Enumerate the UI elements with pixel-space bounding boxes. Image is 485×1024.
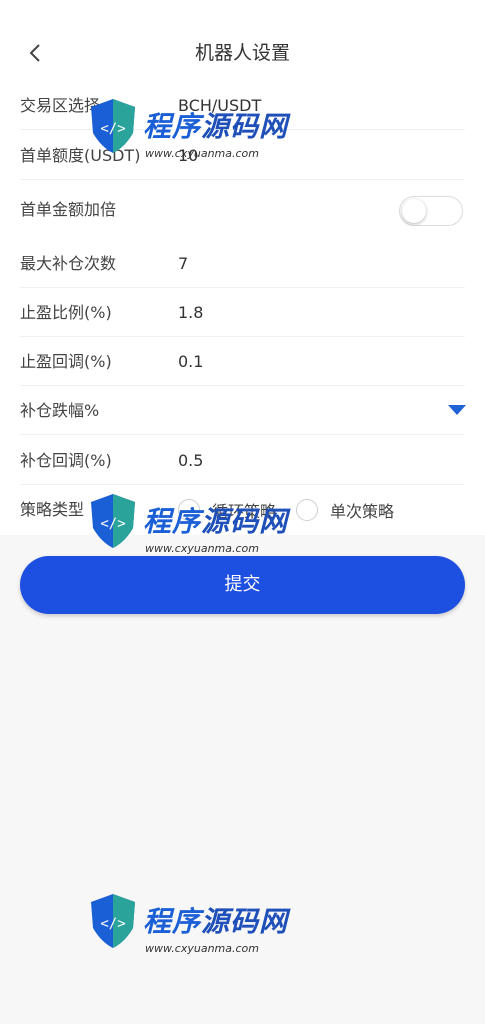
submit-button[interactable]: 提交 <box>20 556 465 614</box>
radio-label: 循环策略 <box>212 502 277 521</box>
radio-circle-icon <box>178 499 200 521</box>
svg-text:</>: </> <box>100 916 125 932</box>
take-profit-label: 止盈比例(%) <box>20 303 112 322</box>
double-label: 首单金额加倍 <box>20 200 117 219</box>
add-drop-label: 补仓跌幅% <box>20 401 100 420</box>
strategy-label: 策略类型 <box>20 500 85 519</box>
divider <box>20 336 465 337</box>
page-title: 机器人设置 <box>194 42 290 64</box>
add-callback-input[interactable]: 0.5 <box>178 437 203 485</box>
toggle-knob <box>402 199 426 223</box>
max-add-row: 最大补仓次数 7 <box>0 240 485 288</box>
tp-callback-label: 止盈回调(%) <box>20 352 112 371</box>
add-drop-row[interactable]: 补仓跌幅% <box>0 387 485 435</box>
settings-form: 交易区选择 BCH/USDT 首单额度(USDT) 10 首单金额加倍 最大补仓… <box>0 80 485 535</box>
strategy-row: 策略类型 循环策略 单次策略 <box>0 486 485 534</box>
take-profit-input[interactable]: 1.8 <box>178 289 203 337</box>
first-amount-row: 首单额度(USDT) 10 <box>0 132 485 180</box>
divider <box>20 129 465 130</box>
strategy-radio-group: 循环策略 单次策略 <box>178 486 414 534</box>
tp-callback-row: 止盈回调(%) 0.1 <box>0 338 485 386</box>
watermark: </> 程序源码网 www.cxyuanma.com <box>85 890 295 1000</box>
tp-callback-input[interactable]: 0.1 <box>178 338 203 386</box>
exchange-value[interactable]: BCH/USDT <box>178 82 261 130</box>
dropdown-arrow-icon[interactable] <box>448 405 466 415</box>
take-profit-row: 止盈比例(%) 1.8 <box>0 289 485 337</box>
divider <box>20 484 465 485</box>
divider <box>20 434 465 435</box>
shield-logo-icon: </> <box>91 894 135 948</box>
first-amount-label: 首单额度(USDT) <box>20 146 141 165</box>
double-toggle[interactable] <box>399 196 463 226</box>
divider <box>20 385 465 386</box>
divider <box>20 287 465 288</box>
add-callback-row: 补仓回调(%) 0.5 <box>0 437 485 485</box>
first-amount-input[interactable]: 10 <box>178 132 198 180</box>
radio-label: 单次策略 <box>330 502 395 521</box>
double-row: 首单金额加倍 <box>0 186 485 234</box>
radio-single-strategy[interactable]: 单次策略 <box>296 498 394 522</box>
max-add-label: 最大补仓次数 <box>20 254 117 273</box>
radio-loop-strategy[interactable]: 循环策略 <box>178 498 276 522</box>
divider <box>20 179 465 180</box>
radio-circle-icon <box>296 499 319 521</box>
exchange-label: 交易区选择 <box>20 96 101 115</box>
max-add-input[interactable]: 7 <box>178 240 188 288</box>
watermark-text: 程序源码网 <box>143 905 289 938</box>
watermark-sub: www.cxyuanma.com <box>145 542 259 555</box>
page: 机器人设置 交易区选择 BCH/USDT 首单额度(USDT) 10 首单金额加… <box>0 0 485 1024</box>
watermark-sub: www.cxyuanma.com <box>145 942 259 955</box>
add-callback-label: 补仓回调(%) <box>20 451 112 470</box>
exchange-row[interactable]: 交易区选择 BCH/USDT <box>0 82 485 130</box>
